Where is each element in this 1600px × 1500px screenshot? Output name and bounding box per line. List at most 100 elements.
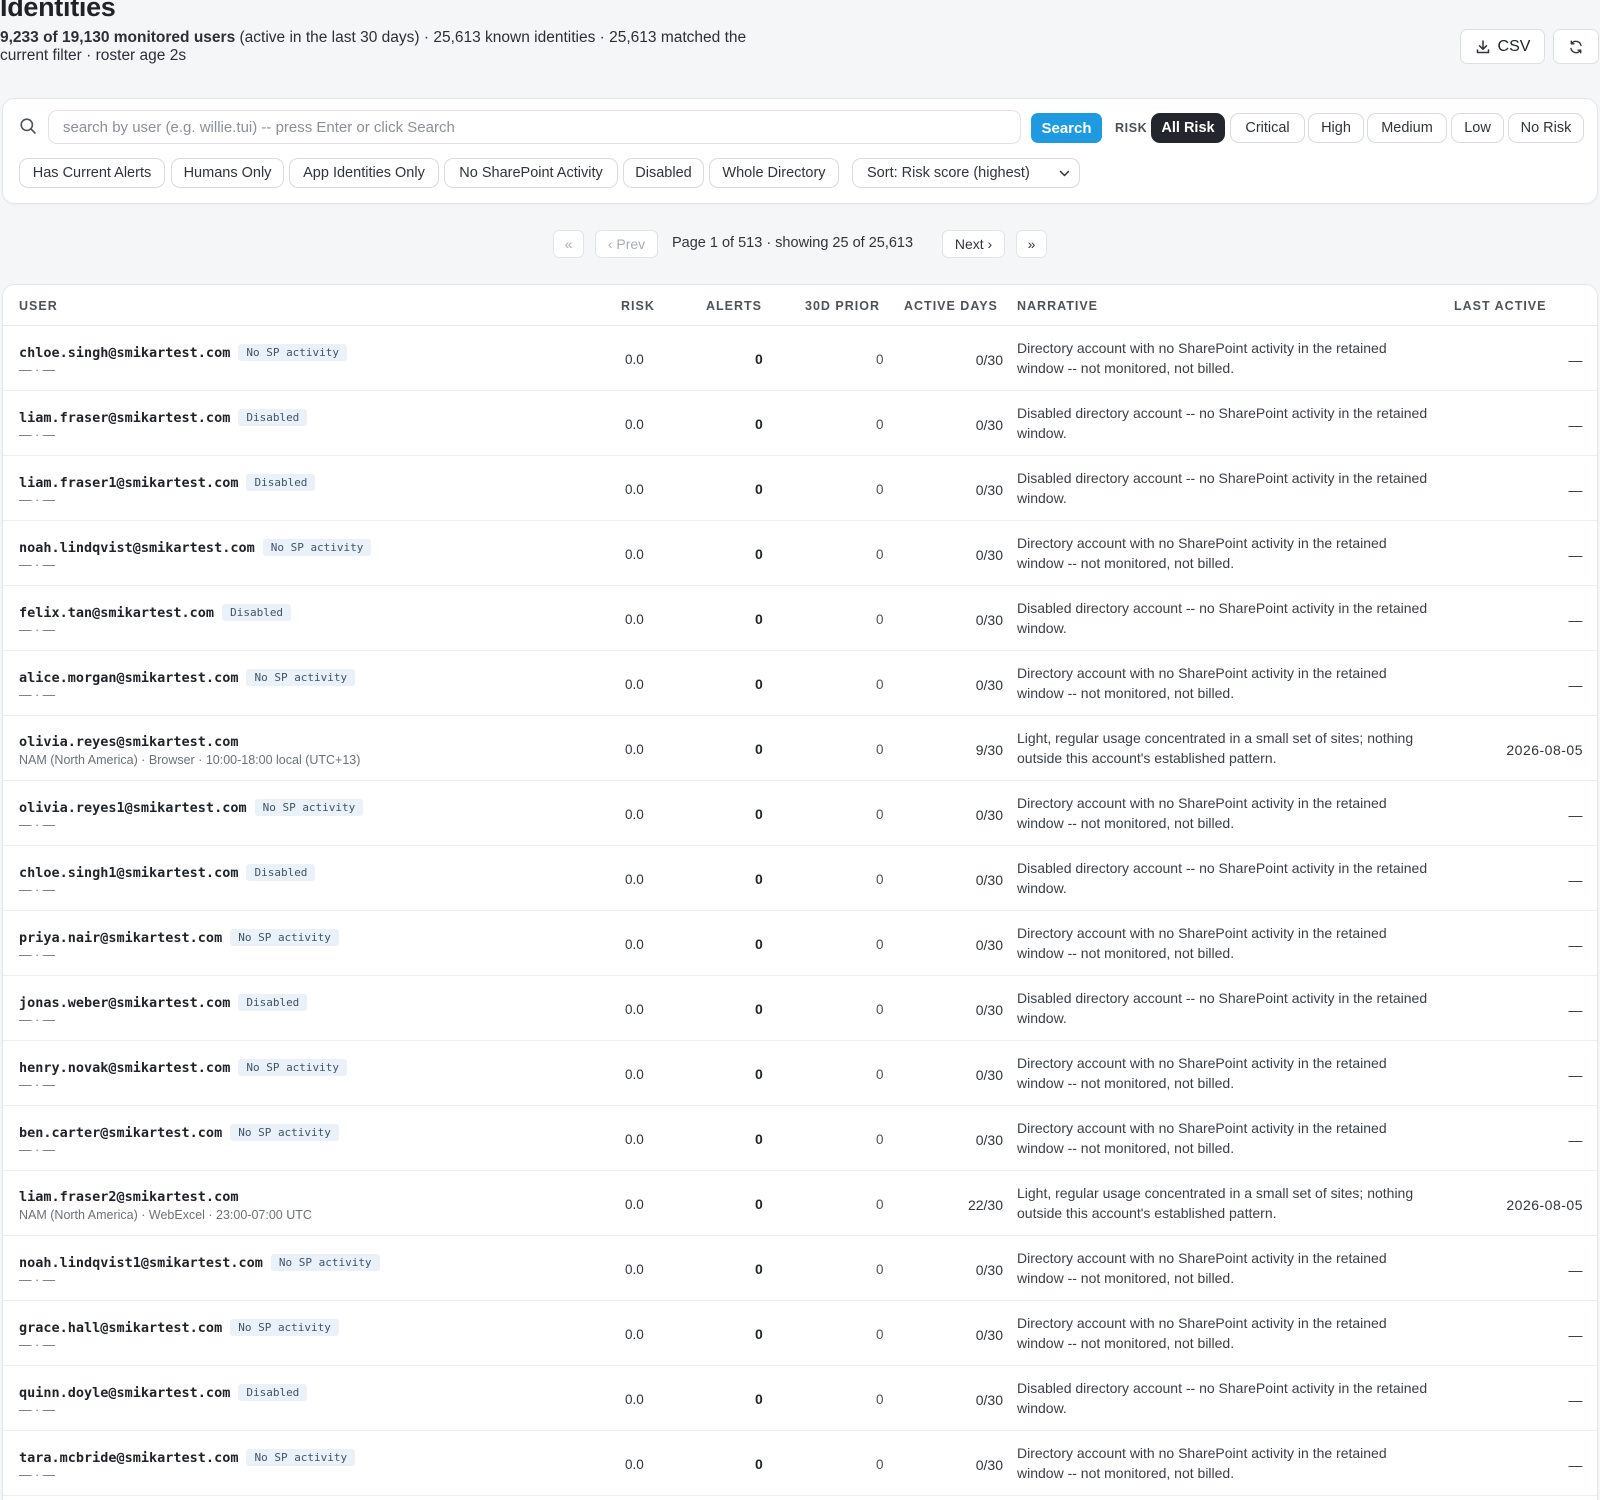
risk-option-all[interactable]: All Risk — [1151, 113, 1225, 143]
risk-option-critical[interactable]: Critical — [1230, 113, 1305, 143]
user-email[interactable]: liam.fraser@smikartest.com — [19, 410, 230, 426]
user-cell[interactable]: quinn.doyle@smikartest.com Disabled — [19, 1384, 308, 1401]
narrative: Disabled directory account -- no SharePo… — [1017, 860, 1428, 896]
table-row[interactable]: quinn.doyle@smikartest.com Disabled — · — 0… — [3, 1366, 1597, 1431]
user-cell[interactable]: liam.fraser2@smikartest.com — [19, 1189, 238, 1205]
last-active: — — [1568, 937, 1583, 953]
narrative: Disabled directory account -- no SharePo… — [1017, 600, 1428, 636]
user-cell[interactable]: felix.tan@smikartest.com Disabled — [19, 604, 292, 621]
active-days: 0/30 — [975, 482, 1003, 498]
table-row[interactable]: liam.fraser2@smikartest.com NAM (North Am… — [3, 1171, 1597, 1236]
table-row[interactable]: tara.mcbride@smikartest.com No SP activit… — [3, 1431, 1597, 1496]
table-row[interactable]: priya.nair@smikartest.com No SP activity —… — [3, 911, 1597, 976]
user-meta: — · — — [19, 363, 56, 377]
user-email[interactable]: olivia.reyes@smikartest.com — [19, 734, 238, 750]
user-meta: NAM (North America) · Browser · 10:00-18… — [19, 753, 361, 767]
csv-export-button[interactable]: CSV — [1460, 29, 1545, 64]
user-cell[interactable]: jonas.weber@smikartest.com Disabled — [19, 994, 308, 1011]
search-button[interactable]: Search — [1031, 113, 1102, 143]
user-email[interactable]: ben.carter@smikartest.com — [19, 1125, 222, 1141]
column-header-user[interactable]: USER — [19, 299, 58, 313]
filter-whole-directory[interactable]: Whole Directory — [709, 158, 839, 188]
table-row[interactable]: chloe.singh@smikartest.com No SP activity… — [3, 326, 1597, 391]
user-email[interactable]: chloe.singh1@smikartest.com — [19, 865, 238, 881]
filter-humans-only[interactable]: Humans Only — [171, 158, 284, 188]
last-active: — — [1568, 482, 1583, 498]
first-page-button[interactable]: « — [553, 230, 584, 258]
alert-count: 0 — [755, 936, 763, 952]
filter-disabled[interactable]: Disabled — [623, 158, 704, 188]
column-header-alerts[interactable]: ALERTS — [706, 299, 762, 313]
column-header-narrative[interactable]: NARRATIVE — [1017, 299, 1098, 313]
user-cell[interactable]: noah.lindqvist@smikartest.com No SP activ… — [19, 539, 372, 556]
user-meta: — · — — [19, 818, 56, 832]
user-cell[interactable]: noah.lindqvist1@smikartest.com No SP acti… — [19, 1254, 380, 1271]
risk-option-high[interactable]: High — [1308, 113, 1364, 143]
user-cell[interactable]: grace.hall@smikartest.com No SP activity — [19, 1319, 339, 1336]
table-row[interactable]: jonas.weber@smikartest.com Disabled — · — 0… — [3, 976, 1597, 1041]
status-badge: Disabled — [246, 864, 316, 881]
next-page-button[interactable]: Next › — [942, 230, 1005, 258]
table-row[interactable]: chloe.singh1@smikartest.com Disabled — · —… — [3, 846, 1597, 911]
user-cell[interactable]: ben.carter@smikartest.com No SP activity — [19, 1124, 339, 1141]
table-row[interactable]: henry.novak@smikartest.com No SP activity… — [3, 1041, 1597, 1106]
prev-page-button[interactable]: ‹ Prev — [595, 230, 658, 258]
user-cell[interactable]: liam.fraser1@smikartest.com Disabled — [19, 474, 316, 491]
refresh-button[interactable] — [1553, 29, 1599, 64]
user-email[interactable]: felix.tan@smikartest.com — [19, 605, 214, 621]
user-email[interactable]: liam.fraser1@smikartest.com — [19, 475, 238, 491]
column-header-risk[interactable]: RISK — [621, 299, 655, 313]
filter-app-identities-only[interactable]: App Identities Only — [289, 158, 439, 188]
user-cell[interactable]: priya.nair@smikartest.com No SP activity — [19, 929, 339, 946]
user-email[interactable]: priya.nair@smikartest.com — [19, 930, 222, 946]
user-email[interactable]: quinn.doyle@smikartest.com — [19, 1385, 230, 1401]
user-email[interactable]: chloe.singh@smikartest.com — [19, 345, 230, 361]
status-badge: No SP activity — [230, 1319, 339, 1336]
active-days: 0/30 — [975, 937, 1003, 953]
sort-select[interactable]: Sort: Risk score (highest) — [852, 158, 1080, 188]
risk-score: 0.0 — [625, 1002, 644, 1017]
user-email[interactable]: alice.morgan@smikartest.com — [19, 670, 238, 686]
user-cell[interactable]: chloe.singh1@smikartest.com Disabled — [19, 864, 316, 881]
user-email[interactable]: olivia.reyes1@smikartest.com — [19, 800, 247, 816]
risk-option-none[interactable]: No Risk — [1508, 113, 1584, 143]
status-badge: No SP activity — [254, 799, 364, 816]
user-email[interactable]: tara.mcbride@smikartest.com — [19, 1450, 238, 1466]
user-cell[interactable]: alice.morgan@smikartest.com No SP activit… — [19, 669, 356, 686]
filter-no-sharepoint-activity[interactable]: No SharePoint Activity — [444, 158, 618, 188]
user-cell[interactable]: henry.novak@smikartest.com No SP activity — [19, 1059, 348, 1076]
table-row[interactable]: liam.fraser@smikartest.com Disabled — · — 0… — [3, 391, 1597, 456]
column-header-last-active[interactable]: LAST ACTIVE — [1454, 299, 1546, 313]
user-cell[interactable]: olivia.reyes@smikartest.com — [19, 734, 238, 750]
risk-score: 0.0 — [625, 807, 644, 822]
table-row[interactable]: olivia.reyes@smikartest.com NAM (North Am… — [3, 716, 1597, 781]
user-email[interactable]: noah.lindqvist@smikartest.com — [19, 540, 255, 556]
user-cell[interactable]: tara.mcbride@smikartest.com No SP activit… — [19, 1449, 356, 1466]
user-cell[interactable]: liam.fraser@smikartest.com Disabled — [19, 409, 308, 426]
table-row[interactable]: grace.hall@smikartest.com No SP activity —… — [3, 1301, 1597, 1366]
table-row[interactable]: noah.lindqvist@smikartest.com No SP activ… — [3, 521, 1597, 586]
column-header-30d-prior[interactable]: 30D PRIOR — [805, 299, 880, 313]
user-email[interactable]: henry.novak@smikartest.com — [19, 1060, 230, 1076]
table-row[interactable]: alice.morgan@smikartest.com No SP activit… — [3, 651, 1597, 716]
table-row[interactable]: noah.lindqvist1@smikartest.com No SP acti… — [3, 1236, 1597, 1301]
risk-option-medium[interactable]: Medium — [1367, 113, 1447, 143]
user-email[interactable]: grace.hall@smikartest.com — [19, 1320, 222, 1336]
risk-option-low[interactable]: Low — [1451, 113, 1504, 143]
table-row[interactable]: olivia.reyes1@smikartest.com No SP activi… — [3, 781, 1597, 846]
user-cell[interactable]: olivia.reyes1@smikartest.com No SP activi… — [19, 799, 364, 816]
user-email[interactable]: liam.fraser2@smikartest.com — [19, 1189, 238, 1205]
user-email[interactable]: noah.lindqvist1@smikartest.com — [19, 1255, 263, 1271]
status-badge: Disabled — [238, 409, 308, 426]
table-row[interactable]: felix.tan@smikartest.com Disabled — · — 0.0… — [3, 586, 1597, 651]
user-email[interactable]: jonas.weber@smikartest.com — [19, 995, 230, 1011]
last-page-button[interactable]: » — [1016, 230, 1047, 258]
filter-has-current-alerts[interactable]: Has Current Alerts — [19, 158, 165, 188]
table-row[interactable]: liam.fraser1@smikartest.com Disabled — · —… — [3, 456, 1597, 521]
search-input[interactable] — [48, 110, 1021, 144]
user-cell[interactable]: chloe.singh@smikartest.com No SP activity — [19, 344, 348, 361]
table-row[interactable]: ben.carter@smikartest.com No SP activity —… — [3, 1106, 1597, 1171]
column-header-active-days[interactable]: ACTIVE DAYS — [904, 299, 998, 313]
status-badge: Disabled — [238, 994, 308, 1011]
status-badge: No SP activity — [238, 1059, 348, 1076]
